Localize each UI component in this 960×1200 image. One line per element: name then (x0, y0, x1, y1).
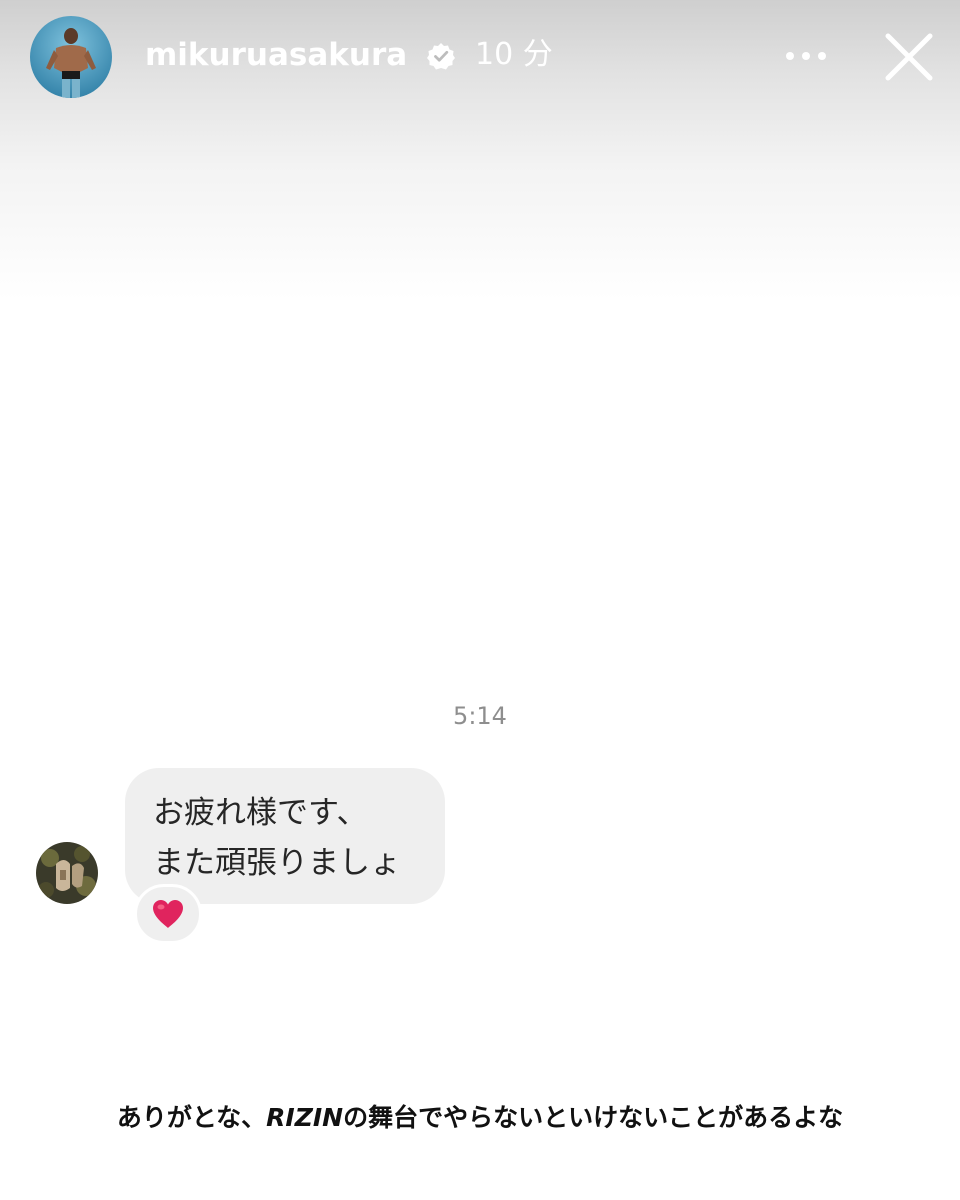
more-options-icon[interactable] (780, 36, 832, 76)
heart-icon (153, 900, 183, 928)
message-timestamp: 5:14 (453, 702, 507, 730)
story-header: mikuruasakura 10 分 (0, 0, 960, 112)
message-line: お疲れ様です、 (153, 795, 368, 831)
verified-badge-icon (427, 43, 455, 70)
caption-text-after: の舞台でやらないといけないことがあるよな (343, 1103, 844, 1132)
profile-photo-icon (30, 16, 112, 98)
caption-text-before: ありがとな、 (116, 1103, 267, 1132)
sender-avatar-icon (36, 842, 98, 904)
post-time: 10 分 (475, 37, 553, 72)
close-icon[interactable] (878, 26, 940, 88)
username[interactable]: mikuruasakura (145, 34, 407, 76)
sender-avatar[interactable] (36, 842, 98, 904)
heart-reaction[interactable] (134, 884, 202, 944)
caption-brand: RIZIN (266, 1103, 344, 1132)
story-caption: ありがとな、RIZINの舞台でやらないといけないことがあるよな (0, 1098, 960, 1138)
story-view: mikuruasakura 10 分 5:14 お疲れ様です、 また頑張りましょ… (0, 0, 960, 1200)
profile-avatar[interactable] (30, 16, 112, 98)
message-line: また頑張りましょ (153, 845, 401, 881)
